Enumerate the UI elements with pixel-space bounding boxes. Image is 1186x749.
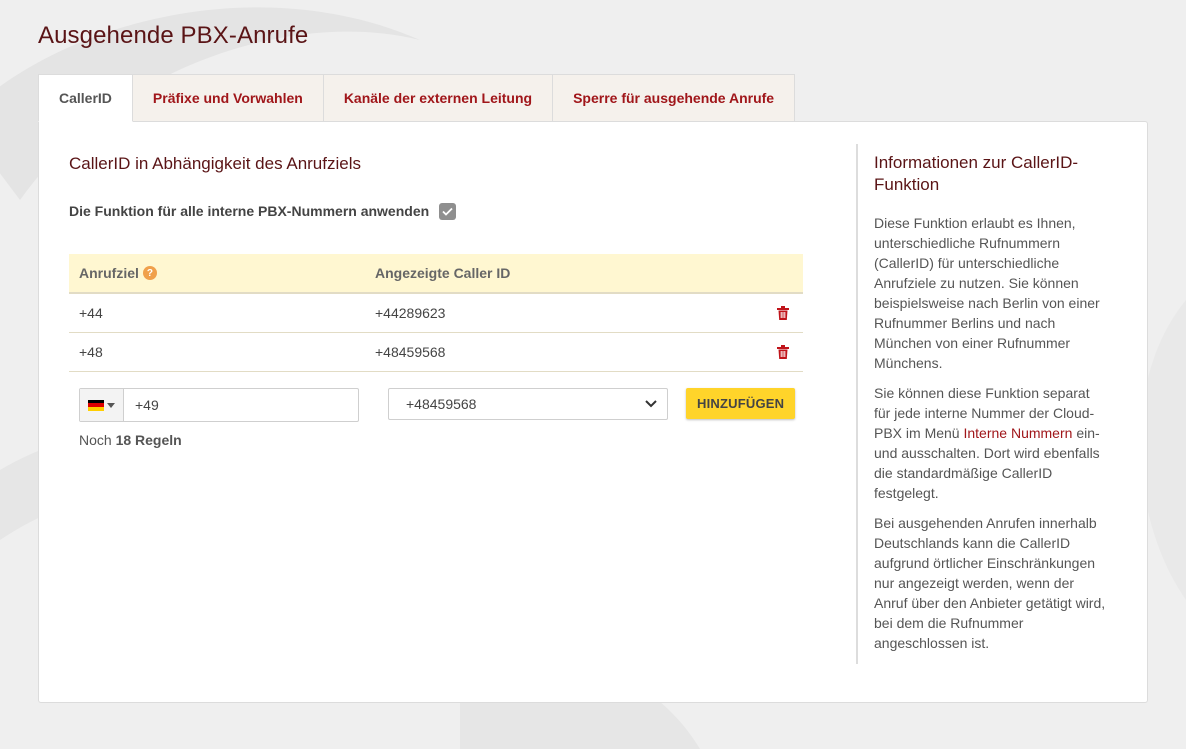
tab-bar: CallerID Präfixe und Vorwahlen Kanäle de… [38, 74, 796, 122]
trash-icon[interactable] [777, 345, 789, 359]
rules-remaining: Noch 18 Regeln [79, 432, 182, 448]
info-paragraph-1: Diese Funktion erlaubt es Ihnen, untersc… [874, 215, 1100, 371]
info-title: Informationen zur CallerID-Funktion [874, 153, 1079, 194]
section-title: CallerID in Abhängigkeit des Anrufziels [69, 154, 361, 173]
rules-remaining-prefix: Noch [79, 432, 112, 448]
page-title: Ausgehende PBX-Anrufe [38, 22, 309, 49]
rules-remaining-count: 18 Regeln [115, 432, 182, 448]
de-flag-icon [88, 399, 104, 411]
info-paragraph-3: Bei ausgehenden Anrufen innerhalb Deutsc… [874, 515, 1106, 651]
info-paragraph-2: Sie können diese Funktion separat für je… [874, 385, 1100, 501]
apply-all-checkbox[interactable] [439, 203, 456, 220]
cell-caller-id: +44289623 [375, 305, 446, 321]
header-target: Anrufziel [79, 265, 139, 281]
phone-input-group [79, 388, 359, 422]
cell-target: +44 [79, 305, 103, 321]
callerid-table: Anrufziel ? Angezeigte Caller ID +44 +44… [69, 254, 803, 372]
country-selector[interactable] [80, 389, 124, 421]
help-icon[interactable]: ? [142, 266, 157, 280]
chevron-down-icon [645, 400, 657, 408]
cell-caller-id: +48459568 [375, 344, 446, 360]
info-panel: Informationen zur CallerID-Funktion Dies… [856, 144, 1106, 664]
table-row: +48 +48459568 [69, 333, 803, 372]
add-rule-form: +48459568 HINZUFÜGEN [79, 388, 799, 422]
caret-down-icon [107, 402, 115, 408]
caller-id-select[interactable]: +48459568 [388, 388, 668, 420]
tab-external-channels[interactable]: Kanäle der externen Leitung [323, 74, 554, 122]
add-button[interactable]: HINZUFÜGEN [686, 388, 796, 419]
checkmark-icon [442, 207, 453, 216]
apply-all-label: Die Funktion für alle interne PBX-Nummer… [69, 203, 430, 219]
target-prefix-input[interactable] [124, 389, 358, 421]
tab-callerid[interactable]: CallerID [38, 74, 133, 122]
table-header: Anrufziel ? Angezeigte Caller ID [69, 254, 803, 294]
tab-outgoing-block[interactable]: Sperre für ausgehende Anrufe [553, 74, 796, 122]
content-card: CallerID in Abhängigkeit des Anrufziels … [38, 121, 1148, 703]
cell-target: +48 [79, 344, 103, 360]
internal-numbers-link[interactable]: Interne Nummern [963, 425, 1072, 441]
caller-id-select-value: +48459568 [406, 396, 477, 412]
header-caller-id: Angezeigte Caller ID [375, 265, 511, 281]
tab-prefixes[interactable]: Präfixe und Vorwahlen [132, 74, 324, 122]
trash-icon[interactable] [777, 306, 789, 320]
table-row: +44 +44289623 [69, 294, 803, 333]
